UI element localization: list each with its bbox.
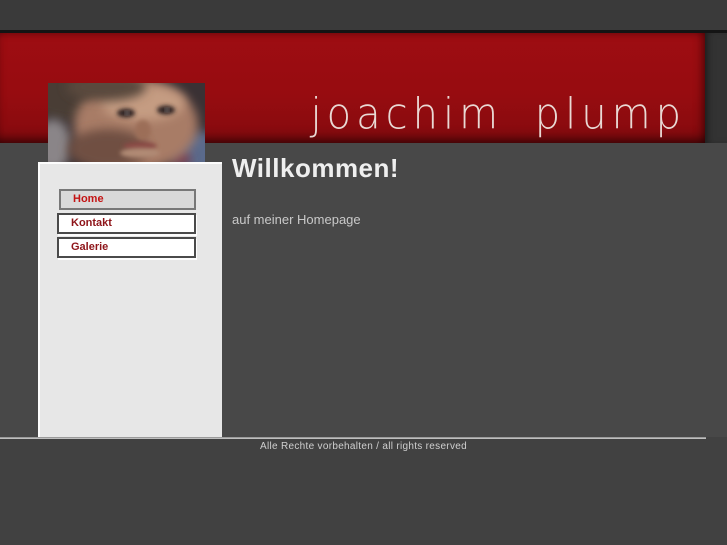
page-title: Willkommen! <box>232 153 400 183</box>
page: joachim plump Home Kontakt Galerie Willk… <box>0 0 727 545</box>
nav-item-home[interactable]: Home <box>59 189 196 210</box>
nav-item-galerie[interactable]: Galerie <box>57 237 196 258</box>
top-strip <box>0 0 727 33</box>
sidebar: Home Kontakt Galerie <box>38 162 222 437</box>
nav-item-kontakt[interactable]: Kontakt <box>57 213 196 234</box>
portrait-photo <box>48 83 205 163</box>
portrait-photo-image <box>48 83 205 163</box>
banner-right-gap <box>705 33 727 143</box>
site-logo: joachim plump <box>310 90 686 139</box>
main-navigation: Home Kontakt Galerie <box>40 164 222 258</box>
footer-divider <box>0 437 706 439</box>
page-subtitle: auf meiner Homepage <box>232 212 361 227</box>
footer-copyright: Alle Rechte vorbehalten / all rights res… <box>260 441 467 452</box>
